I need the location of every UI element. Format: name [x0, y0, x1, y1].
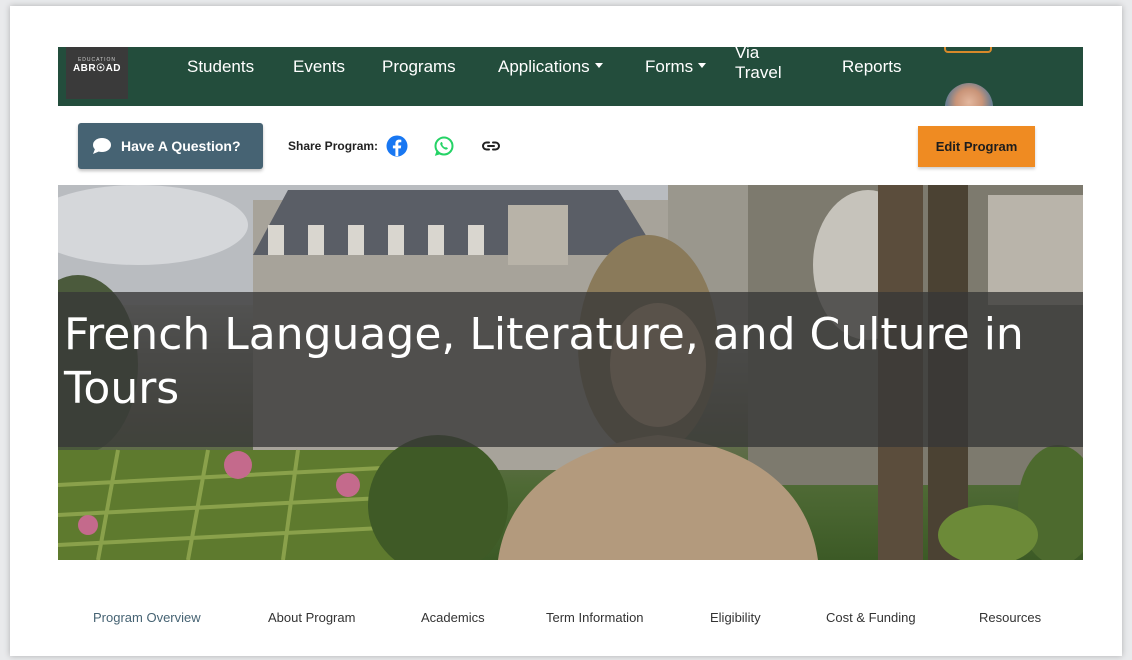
nav-students[interactable]: Students	[187, 57, 254, 77]
nav-programs[interactable]: Programs	[382, 57, 456, 77]
nav-via-travel-label: Via Travel	[735, 47, 782, 82]
chat-bubble-icon	[93, 138, 111, 154]
whatsapp-icon[interactable]	[433, 135, 455, 157]
nav-reports-label: Reports	[842, 57, 902, 76]
notification-tab[interactable]	[944, 47, 992, 53]
tab-term-information[interactable]: Term Information	[546, 610, 644, 625]
app-window: EDUCATION ABR☉AD Students Events Program…	[10, 6, 1122, 656]
tab-academics[interactable]: Academics	[421, 610, 485, 625]
user-avatar[interactable]	[945, 83, 993, 106]
program-title: French Language, Literature, and Culture…	[64, 309, 1024, 414]
share-program-label: Share Program:	[288, 139, 379, 153]
tab-resources[interactable]: Resources	[979, 610, 1041, 625]
link-icon[interactable]	[480, 135, 502, 157]
hero-banner: French Language, Literature, and Culture…	[58, 185, 1083, 560]
education-abroad-logo[interactable]: EDUCATION ABR☉AD	[66, 47, 128, 99]
chevron-down-icon	[594, 63, 603, 69]
have-a-question-label: Have A Question?	[121, 138, 241, 154]
edit-program-label: Edit Program	[935, 139, 1018, 154]
nav-applications-label: Applications	[498, 57, 590, 76]
nav-forms-label: Forms	[645, 57, 694, 76]
nav-via-travel[interactable]: Via Travel	[735, 47, 795, 83]
nav-applications[interactable]: Applications	[498, 57, 603, 77]
nav-students-label: Students	[187, 57, 255, 76]
nav-forms[interactable]: Forms	[645, 57, 707, 77]
nav-programs-label: Programs	[382, 57, 456, 76]
logo-main-text: ABR☉AD	[72, 63, 122, 74]
chevron-down-icon	[698, 63, 707, 69]
tab-eligibility[interactable]: Eligibility	[710, 610, 761, 625]
nav-events[interactable]: Events	[293, 57, 345, 77]
program-tabs: Program Overview About Program Academics…	[58, 610, 1083, 630]
tab-cost-funding[interactable]: Cost & Funding	[826, 610, 916, 625]
edit-program-button[interactable]: Edit Program	[918, 126, 1035, 167]
top-navbar: EDUCATION ABR☉AD Students Events Program…	[58, 47, 1083, 106]
tab-about-program[interactable]: About Program	[268, 610, 355, 625]
nav-events-label: Events	[293, 57, 345, 76]
title-overlay: French Language, Literature, and Culture…	[58, 292, 1083, 447]
tab-program-overview[interactable]: Program Overview	[93, 610, 201, 625]
navbar-clip: EDUCATION ABR☉AD Students Events Program…	[58, 47, 1083, 106]
have-a-question-button[interactable]: Have A Question?	[78, 123, 263, 169]
nav-reports[interactable]: Reports	[842, 57, 902, 77]
facebook-icon[interactable]	[386, 135, 408, 157]
